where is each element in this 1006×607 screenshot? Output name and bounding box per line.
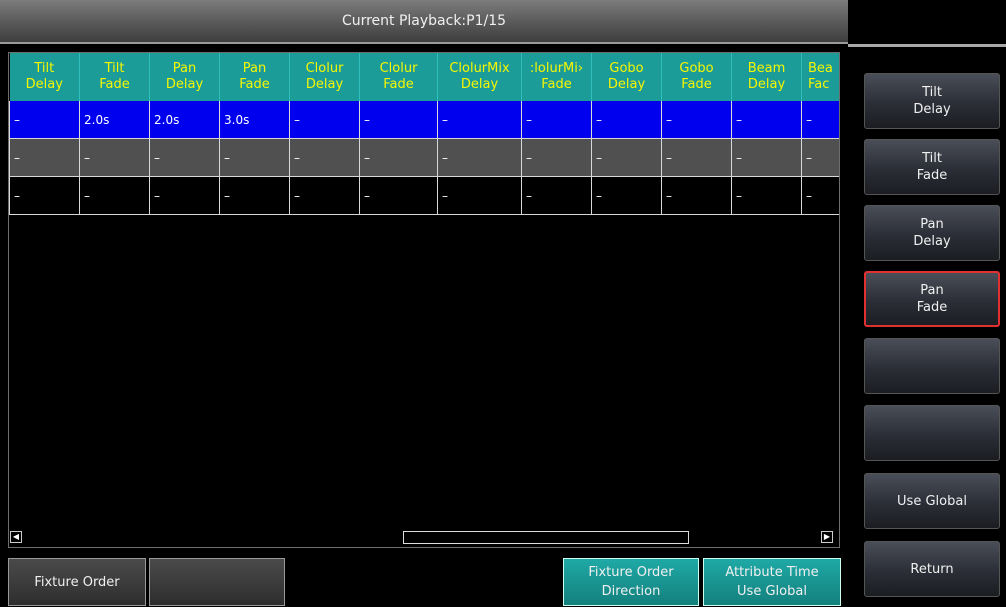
table-cell[interactable]: 3.0s <box>219 101 290 139</box>
button-label: Fixture Order <box>588 565 674 580</box>
table-cell[interactable]: – <box>801 138 839 177</box>
table-cell[interactable]: 2.0s <box>149 101 220 139</box>
playback-title-bar: Current Playback:P1/15 <box>0 0 848 44</box>
horizontal-scrollbar-thumb[interactable] <box>403 531 689 544</box>
column-header[interactable]: :lolurMi› Fade <box>521 53 592 101</box>
button-label: Attribute Time <box>725 565 819 580</box>
blank-soft-button[interactable] <box>864 405 1000 461</box>
table-cell[interactable]: – <box>289 176 360 215</box>
playback-title: Current Playback:P1/15 <box>341 13 507 29</box>
table-cell[interactable]: – <box>731 138 802 177</box>
table-cell[interactable]: – <box>359 138 438 177</box>
table-cell[interactable]: – <box>359 176 438 215</box>
blank-bottom-button[interactable] <box>149 558 285 606</box>
pan-fade-button[interactable]: Pan Fade <box>864 271 1000 327</box>
table-cell[interactable]: – <box>661 101 732 139</box>
column-header[interactable]: Clolur Fade <box>359 53 438 101</box>
column-header[interactable]: Pan Fade <box>219 53 290 101</box>
right-panel-divider <box>848 44 1006 47</box>
column-header[interactable]: Gobo Fade <box>661 53 732 101</box>
column-header[interactable]: Tilt Fade <box>79 53 150 101</box>
button-label: Use Global <box>897 493 967 509</box>
table-row-selected[interactable]: – 2.0s 2.0s 3.0s – – – – – – – – <box>9 101 839 139</box>
table-cell[interactable]: – <box>731 101 802 139</box>
table-cell[interactable]: 2.0s <box>79 101 150 139</box>
table-cell[interactable]: – <box>149 138 220 177</box>
return-button[interactable]: Return <box>864 541 1000 597</box>
top-right-blank <box>848 0 1006 44</box>
table-cell[interactable]: – <box>219 138 290 177</box>
scroll-right-arrow-icon[interactable]: ▶ <box>821 531 833 543</box>
pan-delay-button[interactable]: Pan Delay <box>864 205 1000 261</box>
table-cell[interactable]: – <box>731 176 802 215</box>
use-global-button[interactable]: Use Global <box>864 473 1000 529</box>
button-label: Delay <box>913 234 951 249</box>
button-label: Tilt <box>922 85 942 100</box>
table-cell[interactable]: – <box>9 101 80 139</box>
tilt-delay-button[interactable]: Tilt Delay <box>864 73 1000 129</box>
table-cell[interactable]: – <box>437 176 522 215</box>
table-header-row: Tilt Delay Tilt Fade Pan Delay Pan Fade Clol… <box>9 53 839 101</box>
table-cell[interactable]: – <box>437 138 522 177</box>
table-cell[interactable]: – <box>79 138 150 177</box>
button-label: Pan <box>920 217 944 232</box>
column-header[interactable]: Pan Delay <box>149 53 220 101</box>
column-header[interactable]: Beam Delay <box>731 53 802 101</box>
column-header[interactable]: Gobo Delay <box>591 53 662 101</box>
column-header[interactable]: Tilt Delay <box>9 53 80 101</box>
table-cell[interactable]: – <box>521 138 592 177</box>
column-header[interactable]: Bea Fac <box>801 53 839 101</box>
button-label: Delay <box>913 102 951 117</box>
table-cell[interactable]: – <box>591 138 662 177</box>
table-cell[interactable]: – <box>801 176 839 215</box>
attribute-time-use-global-button[interactable]: Attribute Time Use Global <box>703 558 841 606</box>
table-cell[interactable]: – <box>149 176 220 215</box>
fixture-order-button[interactable]: Fixture Order <box>8 558 146 606</box>
fixture-order-direction-button[interactable]: Fixture Order Direction <box>563 558 699 606</box>
table-cell[interactable]: – <box>521 101 592 139</box>
blank-soft-button[interactable] <box>864 338 1000 394</box>
table-cell[interactable]: – <box>289 138 360 177</box>
button-label: Use Global <box>737 584 807 599</box>
table-row[interactable]: – – – – – – – – – – – – <box>9 176 839 215</box>
table-cell[interactable]: – <box>591 176 662 215</box>
button-label: Return <box>910 561 954 577</box>
column-header[interactable]: Clolur Delay <box>289 53 360 101</box>
button-label: Tilt <box>922 151 942 166</box>
tilt-fade-button[interactable]: Tilt Fade <box>864 139 1000 195</box>
table-cell[interactable]: – <box>661 176 732 215</box>
table-cell[interactable]: – <box>79 176 150 215</box>
table-cell[interactable]: – <box>437 101 522 139</box>
table-row[interactable]: – – – – – – – – – – – – <box>9 138 839 177</box>
table-cell[interactable]: – <box>9 176 80 215</box>
button-label: Fade <box>916 300 948 315</box>
table-cell[interactable]: – <box>219 176 290 215</box>
button-label: Direction <box>601 584 661 599</box>
attribute-time-grid: Tilt Delay Tilt Fade Pan Delay Pan Fade Clol… <box>8 52 840 548</box>
button-label: Fixture Order <box>34 574 120 590</box>
table-cell[interactable]: – <box>591 101 662 139</box>
attribute-time-table: Tilt Delay Tilt Fade Pan Delay Pan Fade Clol… <box>9 53 839 215</box>
table-cell[interactable]: – <box>359 101 438 139</box>
table-cell[interactable]: – <box>289 101 360 139</box>
column-header[interactable]: ClolurMix Delay <box>437 53 522 101</box>
table-cell[interactable]: – <box>9 138 80 177</box>
table-cell[interactable]: – <box>801 101 839 139</box>
table-cell[interactable]: – <box>661 138 732 177</box>
button-label: Pan <box>920 283 944 298</box>
table-cell[interactable]: – <box>521 176 592 215</box>
button-label: Fade <box>916 168 948 183</box>
scroll-left-arrow-icon[interactable]: ◀ <box>10 531 22 543</box>
